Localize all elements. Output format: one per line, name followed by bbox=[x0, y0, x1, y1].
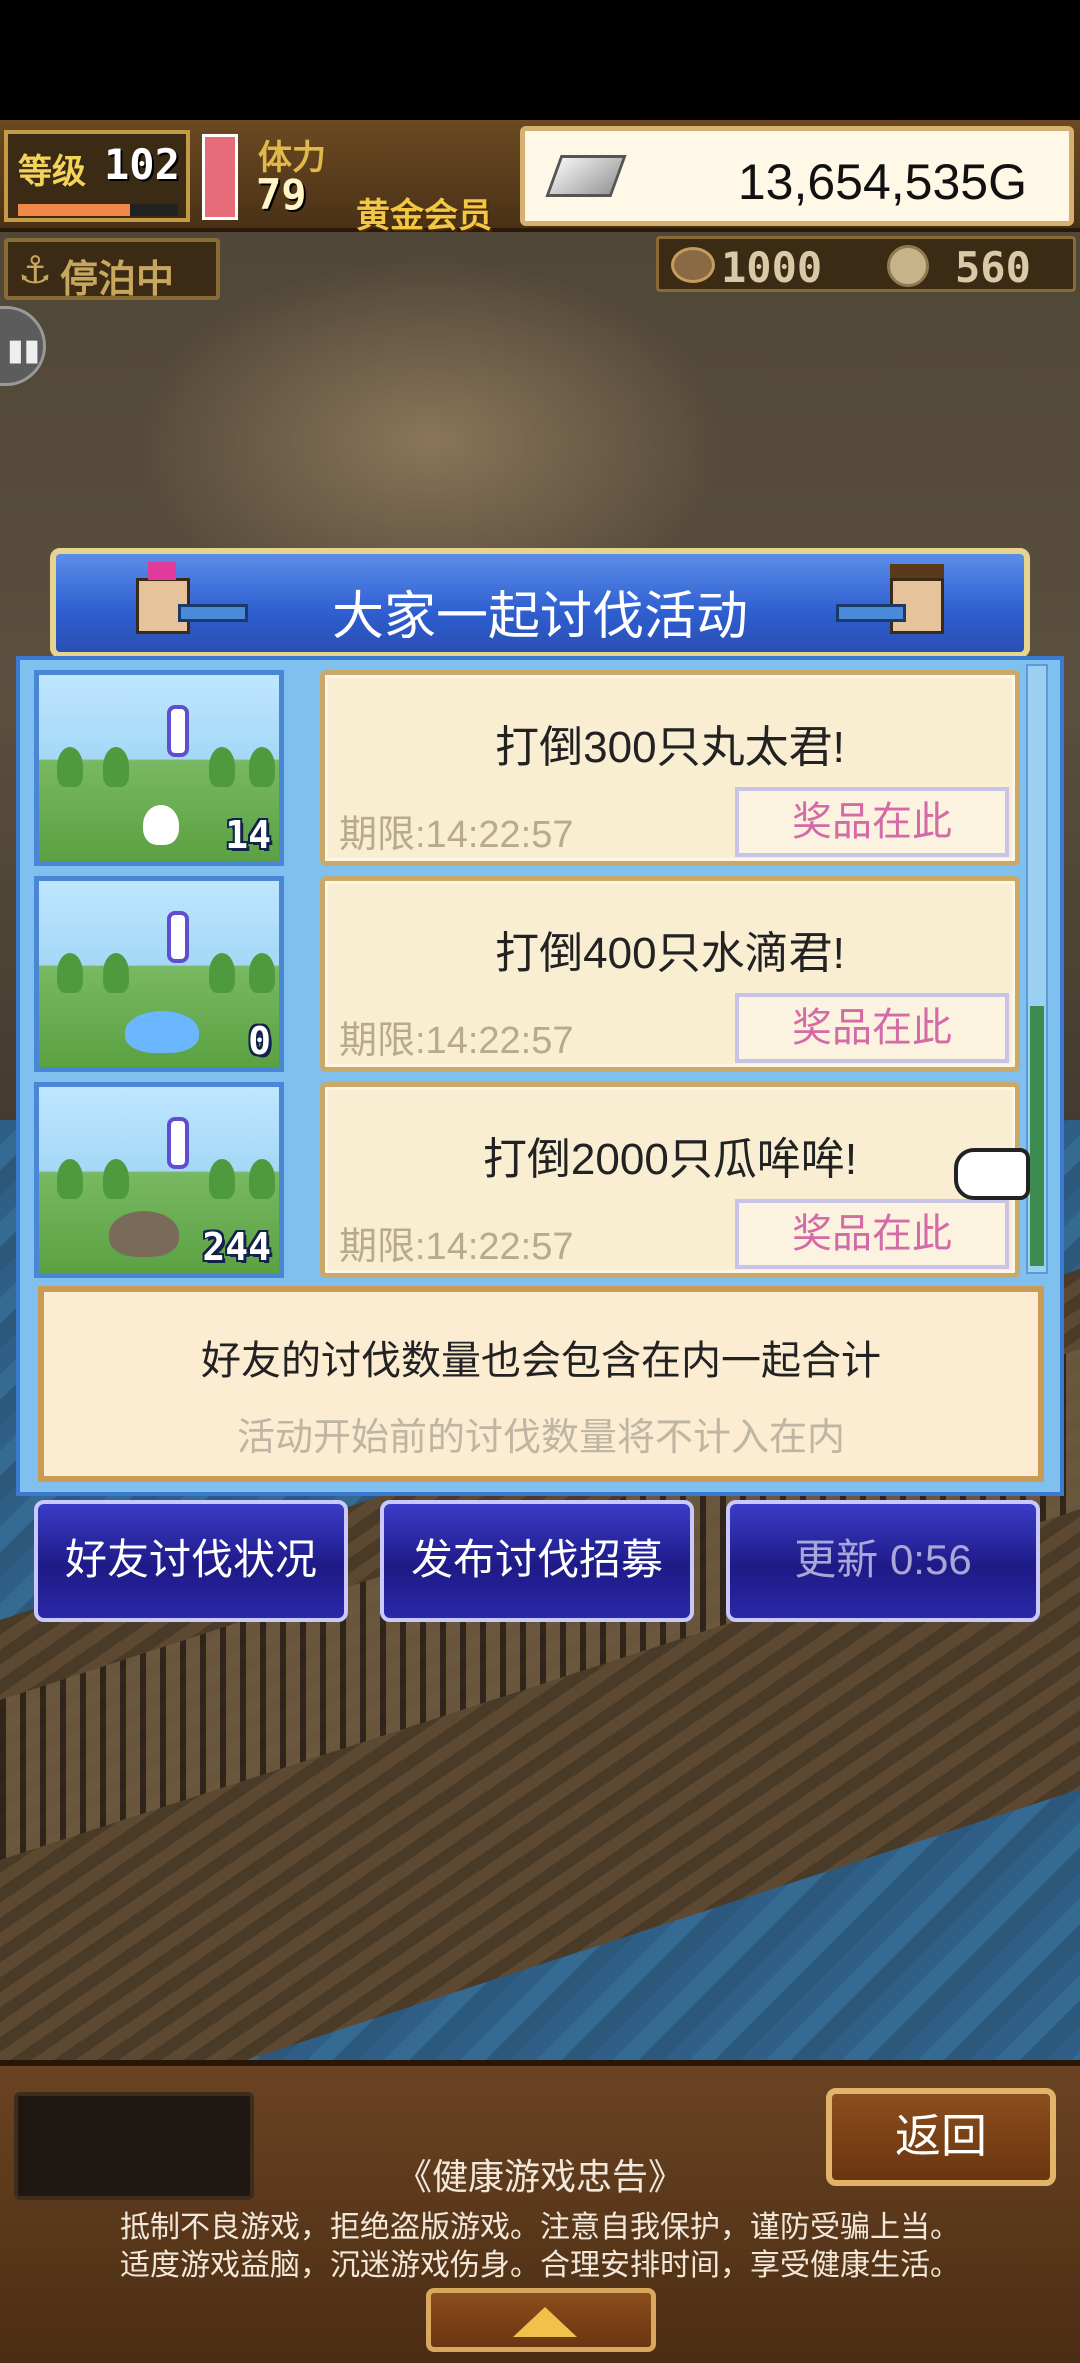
bottom-bar: 返回 《健康游戏忠告》 抵制不良游戏，拒绝盗版游戏。注意自我保护，谨防受骗上当。… bbox=[0, 2060, 1080, 2363]
log-monster-icon bbox=[143, 805, 179, 845]
quest-item: 0 打倒400只水滴君! 期限:14:22:57 奖品在此 bbox=[34, 876, 1024, 1072]
resource2-value: 560 bbox=[955, 243, 1031, 292]
quest-item: 14 打倒300只丸太君! 期限:14:22:57 奖品在此 bbox=[34, 670, 1024, 866]
gold-panel[interactable]: 13,654,535G bbox=[520, 126, 1074, 226]
level-progress-bar bbox=[18, 204, 178, 216]
defeat-count: 0 bbox=[248, 1019, 271, 1063]
note-sub-text: 活动开始前的讨伐数量将不计入在内 bbox=[236, 1417, 845, 1459]
prize-button[interactable]: 奖品在此 bbox=[735, 1199, 1009, 1269]
quest-thumbnail: 0 bbox=[34, 876, 284, 1072]
quest-thumbnail: 14 bbox=[34, 670, 284, 866]
prize-button[interactable]: 奖品在此 bbox=[735, 993, 1009, 1063]
health-notice-line2: 适度游戏益脑，沉迷游戏伤身。合理安排时间，享受健康生活。 bbox=[120, 2249, 960, 2282]
chat-dots-icon: ▮▮ bbox=[7, 333, 41, 368]
status-label: 停泊中 bbox=[60, 257, 175, 301]
level-label: 等级 bbox=[18, 152, 86, 192]
refresh-button[interactable]: 更新 0:56 bbox=[726, 1500, 1040, 1622]
melon-monster-icon bbox=[109, 1211, 179, 1257]
up-arrow-icon bbox=[513, 2307, 577, 2337]
level-progress-fill bbox=[18, 204, 130, 216]
quest-card: 打倒300只丸太君! 期限:14:22:57 奖品在此 bbox=[320, 670, 1020, 866]
top-hud: 等级 102 体力 79 黄金会员 13,654,535G bbox=[0, 120, 1080, 236]
alert-icon bbox=[167, 911, 189, 963]
alert-icon bbox=[167, 705, 189, 757]
silver-ingot-icon bbox=[545, 155, 627, 197]
stamina-panel: 体力 79 黄金会员 bbox=[252, 126, 516, 236]
resources-panel: 1000 560 bbox=[656, 236, 1076, 292]
status-moored: ⚓ 停泊中 bbox=[4, 238, 220, 301]
quest-title: 打倒400只水滴君! bbox=[495, 929, 845, 978]
quest-title: 打倒300只丸太君! bbox=[495, 723, 845, 772]
membership-badge: 黄金会员 bbox=[356, 196, 492, 236]
scrollbar-thumb[interactable] bbox=[1030, 1006, 1044, 1266]
stamina-gauge bbox=[202, 134, 238, 220]
quest-item: 244 打倒2000只瓜哞哞! 期限:14:22:57 奖品在此 bbox=[34, 1082, 1024, 1278]
medal-icon bbox=[887, 245, 929, 287]
event-panel: 14 打倒300只丸太君! 期限:14:22:57 奖品在此 0 打倒400只水… bbox=[16, 656, 1064, 1496]
gold-amount: 13,654,535G bbox=[737, 154, 1027, 210]
note-main-text: 好友的讨伐数量也会包含在内一起合计 bbox=[201, 1339, 881, 1383]
event-note: 好友的讨伐数量也会包含在内一起合计 活动开始前的讨伐数量将不计入在内 bbox=[38, 1286, 1044, 1482]
alert-icon bbox=[167, 1117, 189, 1169]
material-icon bbox=[671, 247, 715, 283]
expand-menu-button[interactable] bbox=[426, 2288, 656, 2352]
quest-title: 打倒2000只瓜哞哞! bbox=[482, 1135, 858, 1184]
defeat-count: 14 bbox=[225, 813, 271, 857]
level-value: 102 bbox=[104, 140, 180, 189]
quest-thumbnail: 244 bbox=[34, 1082, 284, 1278]
quest-card: 打倒400只水滴君! 期限:14:22:57 奖品在此 bbox=[320, 876, 1020, 1072]
anchor-icon: ⚓ bbox=[18, 248, 53, 292]
water-drop-monster-icon bbox=[125, 1011, 199, 1053]
quest-deadline: 期限:14:22:57 bbox=[339, 814, 574, 856]
health-notice-title: 《健康游戏忠告》 bbox=[395, 2156, 684, 2197]
resource1-value: 1000 bbox=[721, 243, 823, 292]
publish-recruit-button[interactable]: 发布讨伐招募 bbox=[380, 1500, 694, 1622]
defeat-count: 244 bbox=[202, 1225, 271, 1269]
quest-deadline: 期限:14:22:57 bbox=[339, 1226, 574, 1268]
friend-status-button[interactable]: 好友讨伐状况 bbox=[34, 1500, 348, 1622]
stamina-value: 79 bbox=[256, 170, 307, 219]
right-characters-icon bbox=[836, 558, 954, 658]
level-panel: 等级 102 bbox=[4, 130, 190, 222]
quest-card: 打倒2000只瓜哞哞! 期限:14:22:57 奖品在此 bbox=[320, 1082, 1020, 1278]
pointer-hand-icon bbox=[954, 1148, 1030, 1200]
event-title-bar: 大家一起讨伐活动 bbox=[50, 548, 1030, 658]
prize-button[interactable]: 奖品在此 bbox=[735, 787, 1009, 857]
quest-deadline: 期限:14:22:57 bbox=[339, 1020, 574, 1062]
